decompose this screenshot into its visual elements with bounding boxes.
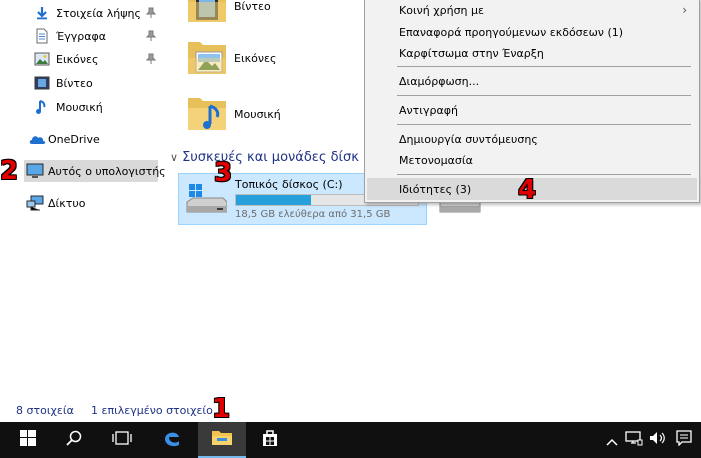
folder-music[interactable]: Μουσική bbox=[186, 94, 366, 140]
sidebar-item-onedrive[interactable]: OneDrive bbox=[0, 128, 166, 150]
sidebar-item-label: Δίκτυο bbox=[48, 196, 86, 210]
network-tray-button[interactable] bbox=[624, 422, 644, 458]
step-number-2: 2 bbox=[0, 156, 19, 186]
sidebar-item-label: Μουσική bbox=[56, 100, 103, 114]
menu-item-pin-to-start[interactable]: Καρφίτσωμα στην Έναρξη bbox=[367, 42, 697, 64]
sidebar-item-music[interactable]: Μουσική bbox=[0, 96, 166, 118]
chevron-down-icon[interactable]: ∨ bbox=[170, 151, 178, 164]
sidebar-item-videos[interactable]: Βίντεο bbox=[0, 72, 166, 94]
show-hidden-icons-button[interactable] bbox=[604, 422, 620, 458]
menu-separator bbox=[397, 124, 691, 125]
folder-label: Βίντεο bbox=[234, 0, 271, 13]
onedrive-icon bbox=[28, 131, 46, 147]
menu-item-share-with[interactable]: Κοινή χρήση με › bbox=[367, 0, 697, 21]
pin-icon[interactable] bbox=[145, 7, 157, 19]
menu-separator bbox=[397, 66, 691, 67]
status-bar: 8 στοιχεία 1 επιλεγμένο στοιχείο bbox=[0, 400, 701, 422]
documents-icon bbox=[34, 28, 50, 44]
music-icon bbox=[34, 99, 50, 115]
edge-button[interactable] bbox=[148, 422, 196, 458]
menu-item-rename[interactable]: Μετονομασία bbox=[367, 149, 697, 171]
context-menu: Κοινή χρήση με › Επαναφορά προηγούμενων … bbox=[364, 0, 700, 203]
menu-separator bbox=[397, 174, 691, 175]
sidebar-item-label: Έγγραφα bbox=[56, 29, 106, 43]
search-button[interactable] bbox=[50, 422, 98, 458]
drive-free-space: 18,5 GB ελεύθερα από 31,5 GB bbox=[235, 209, 391, 220]
sidebar-item-this-pc[interactable]: Αυτός ο υπολογιστής bbox=[24, 160, 166, 182]
step-number-1: 1 bbox=[212, 394, 231, 424]
start-icon bbox=[20, 430, 36, 450]
screen: Στοιχεία λήψης Έγγραφα Εικόνες Βίντεο Μο… bbox=[0, 0, 701, 458]
sidebar-item-label: Στοιχεία λήψης bbox=[56, 6, 141, 20]
file-explorer-icon bbox=[211, 428, 233, 450]
pin-icon[interactable] bbox=[145, 53, 157, 65]
folder-label: Μουσική bbox=[234, 108, 281, 121]
sidebar-item-label: OneDrive bbox=[48, 132, 100, 146]
step-number-3: 3 bbox=[214, 158, 233, 188]
action-center-button[interactable] bbox=[674, 422, 694, 458]
store-icon bbox=[260, 428, 280, 452]
search-icon bbox=[66, 430, 82, 450]
navigation-pane: Στοιχεία λήψης Έγγραφα Εικόνες Βίντεο Μο… bbox=[0, 0, 166, 400]
drive-name: Τοπικός δίσκος (C:) bbox=[235, 178, 343, 191]
task-view-icon bbox=[112, 430, 132, 450]
videos-icon bbox=[34, 75, 50, 91]
sidebar-item-label: Εικόνες bbox=[56, 52, 99, 66]
volume-button[interactable] bbox=[648, 422, 668, 458]
folder-label: Εικόνες bbox=[234, 52, 277, 65]
chevron-up-icon bbox=[606, 431, 618, 450]
this-pc-icon bbox=[26, 163, 44, 179]
store-button[interactable] bbox=[246, 422, 294, 458]
music-folder-icon bbox=[186, 94, 230, 134]
volume-icon bbox=[649, 430, 667, 450]
network-icon bbox=[625, 430, 643, 450]
pin-icon[interactable] bbox=[145, 30, 157, 42]
menu-item-copy[interactable]: Αντιγραφή bbox=[367, 99, 697, 121]
task-view-button[interactable] bbox=[98, 422, 146, 458]
menu-item-restore-previous-versions[interactable]: Επαναφορά προηγούμενων εκδόσεων (1) bbox=[367, 21, 697, 43]
folder-videos[interactable]: Βίντεο bbox=[186, 0, 366, 32]
sidebar-item-documents[interactable]: Έγγραφα bbox=[0, 25, 166, 47]
pictures-icon bbox=[34, 51, 50, 67]
devices-section-header[interactable]: ∨ Συσκευές και μονάδες δίσκ bbox=[170, 150, 359, 165]
menu-item-create-shortcut[interactable]: Δημιουργία συντόμευσης bbox=[367, 128, 697, 150]
sidebar-item-label: Βίντεο bbox=[56, 76, 93, 90]
file-explorer-button[interactable] bbox=[198, 422, 246, 458]
network-icon bbox=[26, 195, 44, 211]
edge-icon bbox=[162, 428, 182, 452]
menu-item-format[interactable]: Διαμόρφωση... bbox=[367, 70, 697, 92]
start-button[interactable] bbox=[4, 422, 52, 458]
sidebar-item-label: Αυτός ο υπολογιστής bbox=[48, 164, 166, 178]
videos-folder-icon bbox=[186, 0, 230, 26]
drive-usage-fill bbox=[236, 195, 311, 205]
notifications-icon bbox=[676, 430, 692, 450]
item-count: 8 στοιχεία bbox=[16, 404, 74, 417]
selection-count: 1 επιλεγμένο στοιχείο bbox=[91, 404, 213, 417]
sidebar-item-pictures[interactable]: Εικόνες bbox=[0, 48, 166, 70]
downloads-icon bbox=[34, 5, 50, 21]
submenu-arrow-icon: › bbox=[682, 3, 687, 17]
sidebar-item-network[interactable]: Δίκτυο bbox=[0, 192, 166, 214]
pictures-folder-icon bbox=[186, 38, 230, 78]
sidebar-item-downloads[interactable]: Στοιχεία λήψης bbox=[0, 2, 166, 24]
menu-separator bbox=[397, 95, 691, 96]
step-number-4: 4 bbox=[518, 175, 537, 205]
folder-pictures[interactable]: Εικόνες bbox=[186, 38, 366, 84]
taskbar bbox=[0, 422, 701, 458]
